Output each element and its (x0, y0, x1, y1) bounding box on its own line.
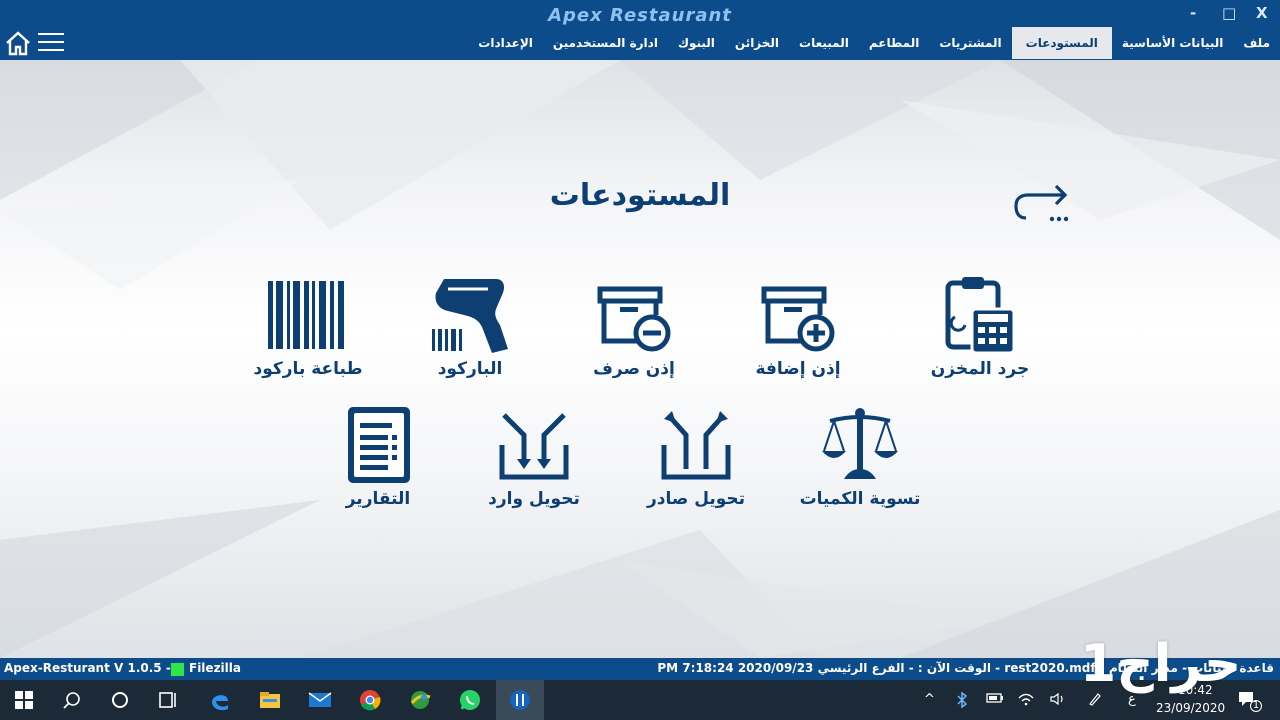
tab-5[interactable]: المبيعات (789, 27, 859, 59)
tab-1[interactable]: البيانات الأساسية (1112, 27, 1234, 59)
tab-6[interactable]: الخزائن (725, 27, 789, 59)
tile-label: إذن صرف (593, 359, 675, 379)
close-button[interactable]: X (1256, 4, 1268, 22)
tab-8[interactable]: ادارة المستخدمين (543, 27, 668, 59)
tile-label: تسوية الكميات (799, 489, 921, 509)
search-icon[interactable] (48, 680, 96, 720)
tile-label: إذن إضافة (755, 359, 841, 379)
tile-print-barcode[interactable]: طباعة باركود (228, 275, 388, 395)
clipboard-calculator-icon (945, 277, 1016, 355)
tile-inventory-count[interactable]: جرد المخزن (900, 275, 1060, 395)
redo-arrow-icon[interactable] (1012, 178, 1072, 226)
tile-label: التقارير (345, 489, 411, 509)
keyboard-language[interactable]: ع (1128, 692, 1136, 707)
app-version: Apex-Resturant V 1.0.5 - (4, 661, 171, 675)
edge-icon[interactable] (196, 680, 244, 720)
barcode-icon (268, 281, 344, 349)
tab-4[interactable]: المطاعم (859, 27, 929, 59)
ftp-label: Filezilla (189, 661, 241, 675)
box-plus-icon (761, 286, 835, 352)
scales-icon (822, 408, 898, 479)
watermark-logo: حراج1 (1080, 634, 1242, 694)
tray-chevron-icon[interactable]: ^ (924, 692, 935, 707)
maximize-button[interactable]: □ (1222, 4, 1236, 22)
title-bar: Apex Restaurant - □ X ملف البيانات الأساس… (0, 0, 1280, 60)
chrome-icon[interactable] (346, 680, 394, 720)
pen-icon[interactable] (1088, 692, 1102, 710)
tab-9[interactable]: الإعدادات (468, 27, 543, 59)
minimize-button[interactable]: - (1190, 4, 1196, 22)
restaurant-app-icon[interactable] (496, 680, 544, 720)
tile-transfer-in[interactable]: تحويل وارد (454, 405, 614, 525)
tile-label: طباعة باركود (253, 359, 363, 379)
ftp-status-indicator (171, 663, 184, 676)
notification-count: 1 (1250, 700, 1262, 712)
barcode-scanner-icon (432, 279, 508, 353)
cortana-icon[interactable] (96, 680, 144, 720)
tile-transfer-out[interactable]: تحويل صادر (616, 405, 776, 525)
box-minus-icon (597, 286, 671, 352)
main-content: المستودعات جرد المخزن إذن إضافة إذن صرف … (0, 60, 1280, 658)
tile-label: الباركود (437, 359, 503, 379)
hamburger-icon[interactable] (38, 33, 64, 53)
mail-icon[interactable] (296, 680, 344, 720)
app-globe-icon[interactable] (396, 680, 444, 720)
main-menu-tabs: ملف البيانات الأساسية المستودعات المشتريات ا… (468, 27, 1280, 59)
tile-barcode[interactable]: الباركود (390, 275, 550, 395)
battery-icon[interactable] (986, 692, 1004, 708)
tab-3[interactable]: المشتريات (929, 27, 1011, 59)
clock-date[interactable]: 23/09/2020 (1156, 701, 1225, 715)
transfer-in-icon (499, 413, 569, 480)
tile-label: تحويل صادر (646, 489, 746, 509)
tab-0[interactable]: ملف (1233, 27, 1280, 59)
wifi-icon[interactable] (1018, 692, 1034, 710)
tile-issue-permit[interactable]: إذن صرف (554, 275, 714, 395)
tile-label: تحويل وارد (488, 489, 580, 509)
whatsapp-icon[interactable] (446, 680, 494, 720)
tile-reports[interactable]: التقارير (298, 405, 458, 525)
report-document-icon (348, 407, 410, 483)
tab-7[interactable]: البنوك (668, 27, 725, 59)
tab-2[interactable]: المستودعات (1011, 27, 1112, 59)
tile-label: جرد المخزن (930, 359, 1030, 379)
tile-quantity-adjustment[interactable]: تسوية الكميات (780, 405, 940, 525)
transfer-out-icon (661, 411, 731, 480)
windows-start-icon[interactable] (0, 680, 48, 720)
task-view-icon[interactable] (144, 680, 192, 720)
tile-add-permit[interactable]: إذن إضافة (718, 275, 878, 395)
home-icon[interactable] (4, 30, 32, 56)
window-title: Apex Restaurant (548, 5, 732, 26)
page-title: المستودعات (549, 178, 731, 213)
volume-icon[interactable] (1050, 692, 1066, 710)
file-explorer-icon[interactable] (246, 680, 294, 720)
bluetooth-icon[interactable] (956, 691, 968, 712)
